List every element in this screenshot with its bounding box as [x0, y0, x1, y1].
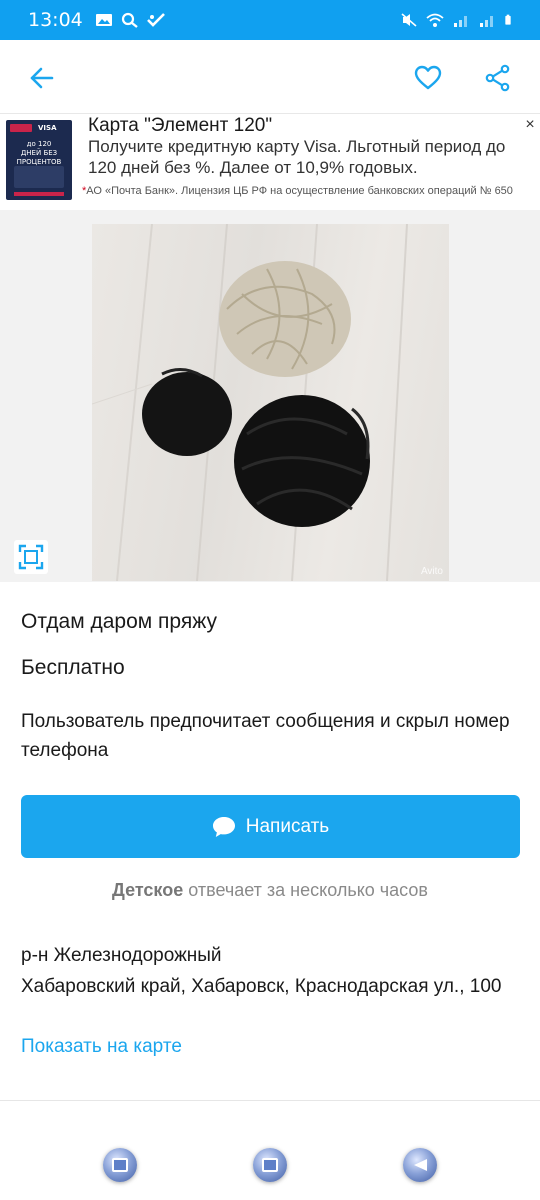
wifi-icon	[426, 13, 444, 27]
fullscreen-button[interactable]	[14, 540, 48, 574]
status-time: 13:04	[28, 9, 83, 31]
home-icon	[262, 1158, 278, 1172]
signal-1-icon	[454, 16, 467, 27]
ad-thumb-stripe	[14, 192, 64, 196]
yarn-photo	[92, 224, 408, 581]
recent-apps-icon	[112, 1158, 128, 1172]
share-button[interactable]	[478, 58, 518, 98]
search-icon	[121, 12, 138, 28]
fullscreen-icon	[18, 544, 44, 570]
ad-title[interactable]: Карта "Элемент 120"	[88, 115, 272, 137]
mute-icon	[401, 13, 417, 27]
card-image	[14, 166, 64, 188]
show-on-map-link[interactable]: Показать на карте	[21, 1036, 182, 1058]
recent-apps-button[interactable]	[103, 1148, 137, 1182]
heart-icon	[414, 65, 442, 90]
address-block: р-н Железнодорожный Хабаровский край, Ха…	[21, 940, 526, 1002]
ad-legal: *АО «Почта Банк». Лицензия ЦБ РФ на осущ…	[82, 184, 534, 198]
favorite-button[interactable]	[408, 58, 448, 98]
back-button[interactable]	[22, 58, 62, 98]
response-time: отвечает за несколько часов	[188, 880, 428, 900]
gallery-icon	[95, 14, 112, 26]
status-bar: 13:04	[0, 0, 540, 40]
seller-response-info: Детское отвечает за несколько часов	[0, 880, 540, 901]
bank-logo	[10, 124, 32, 132]
system-nav-bar	[0, 1140, 540, 1200]
home-button[interactable]	[253, 1148, 287, 1182]
write-button-label: Написать	[245, 815, 330, 837]
chat-bubble-icon	[212, 816, 235, 837]
status-right-icons	[400, 12, 516, 28]
signal-2-icon	[480, 16, 493, 27]
ad-thumbnail[interactable]: VISA до 120 ДНЕЙ БЕЗ ПРОЦЕНТОВ	[6, 120, 72, 200]
avito-check-icon	[146, 13, 165, 27]
write-message-button[interactable]: Написать	[21, 795, 520, 858]
ad-text: Получите кредитную карту Visa. Льготный …	[88, 137, 506, 177]
back-nav-button[interactable]	[403, 1148, 437, 1182]
ad-thumb-headline: до 120 ДНЕЙ БЕЗ ПРОЦЕНТОВ	[16, 140, 62, 166]
back-arrow-icon	[414, 1159, 427, 1171]
arrow-left-icon	[30, 67, 54, 89]
listing-photo[interactable]: Avito	[92, 224, 449, 581]
app-bar	[0, 40, 540, 114]
photo-gallery[interactable]: Avito	[0, 210, 540, 582]
ad-close-button[interactable]: ×	[521, 116, 539, 134]
address: Хабаровский край, Хабаровск, Краснодарск…	[21, 976, 502, 997]
divider	[0, 1100, 540, 1101]
visa-label: VISA	[38, 124, 57, 132]
status-left-icons	[95, 12, 165, 28]
share-icon	[485, 64, 510, 92]
photo-watermark: Avito	[420, 566, 443, 577]
seller-contact-note: Пользователь предпочитает сообщения и ск…	[21, 711, 510, 761]
battery-icon	[505, 14, 511, 25]
ad-banner[interactable]: VISA до 120 ДНЕЙ БЕЗ ПРОЦЕНТОВ Карта "Эл…	[0, 114, 540, 210]
listing-title: Отдам даром пряжу	[21, 610, 217, 633]
seller-name[interactable]: Детское	[112, 880, 183, 900]
district: р-н Железнодорожный	[21, 945, 222, 966]
ad-legal-text: АО «Почта Банк». Лицензия ЦБ РФ на осуще…	[86, 185, 513, 197]
listing-price: Бесплатно	[21, 656, 125, 679]
